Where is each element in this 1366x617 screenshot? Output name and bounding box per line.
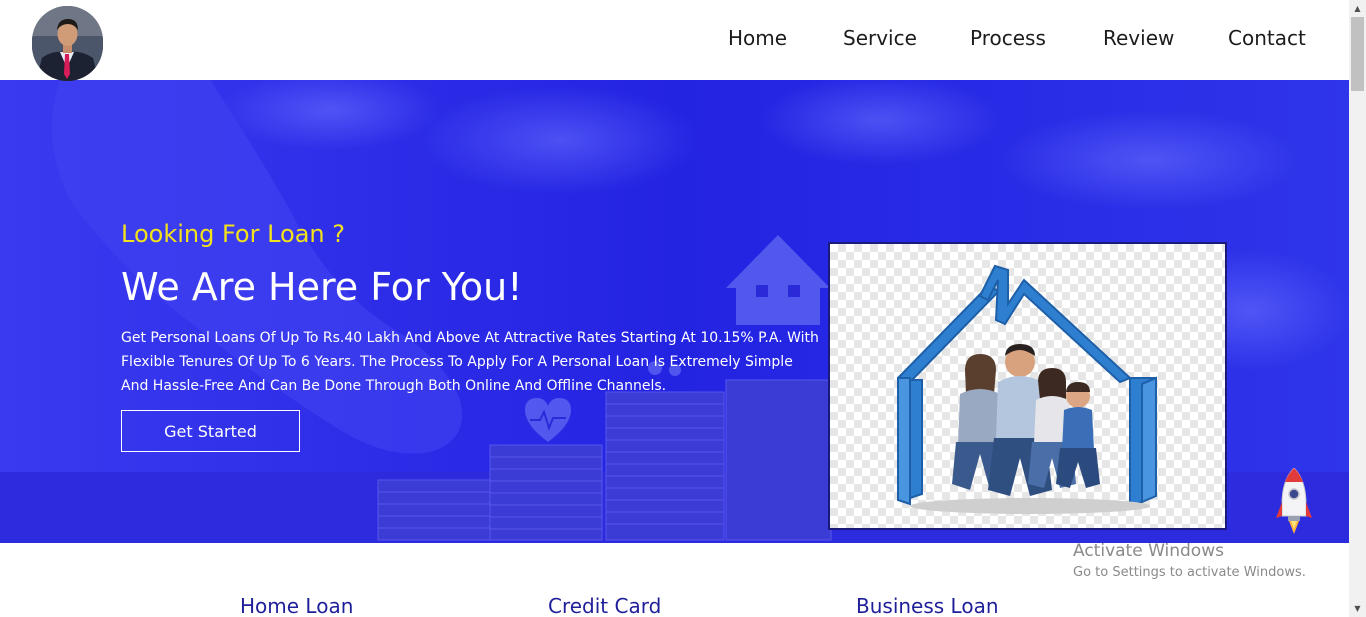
page-scrollbar[interactable]: ▲ ▼ (1349, 0, 1366, 617)
nav-review[interactable]: Review (1103, 24, 1174, 52)
scroll-down-arrow-icon[interactable]: ▼ (1349, 600, 1366, 617)
get-started-button[interactable]: Get Started (121, 410, 300, 452)
hero-headline: We Are Here For You! (121, 265, 523, 309)
hero-image (828, 242, 1227, 530)
nav-home[interactable]: Home (728, 24, 787, 52)
rocket-icon (1276, 467, 1312, 534)
service-business-loan[interactable]: Business Loan (856, 593, 999, 617)
hero-text: Looking For Loan ? We Are Here For You! … (121, 218, 821, 398)
hero-tagline: Looking For Loan ? (121, 220, 346, 248)
nav-service[interactable]: Service (843, 24, 917, 52)
watermark-title: Activate Windows (1073, 541, 1224, 561)
watermark-subtitle: Go to Settings to activate Windows. (1073, 565, 1306, 580)
hero-description: Get Personal Loans Of Up To Rs.40 Lakh A… (121, 330, 819, 394)
main-nav: Home Service Process Review Contact (0, 24, 1349, 54)
hero-section: Looking For Loan ? We Are Here For You! … (0, 80, 1349, 543)
family-house-illustration-icon (897, 264, 1157, 514)
site-header: Home Service Process Review Contact (0, 0, 1349, 81)
scroll-up-arrow-icon[interactable]: ▲ (1349, 0, 1366, 17)
nav-process[interactable]: Process (970, 24, 1046, 52)
service-credit-card[interactable]: Credit Card (548, 593, 661, 617)
nav-contact[interactable]: Contact (1228, 24, 1306, 52)
windows-activation-watermark: Activate Windows Go to Settings to activ… (1073, 540, 1306, 583)
services-row: Home Loan Credit Card Business Loan (0, 593, 1349, 617)
scrollbar-thumb[interactable] (1351, 17, 1364, 91)
service-home-loan[interactable]: Home Loan (240, 593, 353, 617)
back-to-top-button[interactable] (1276, 467, 1312, 536)
